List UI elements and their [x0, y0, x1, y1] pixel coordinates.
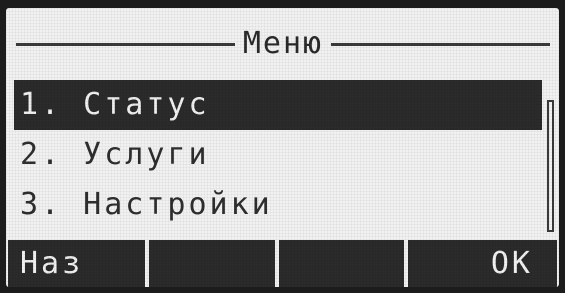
menu-list: 1. Статус 2. Услуги 3. Настройки: [14, 80, 542, 230]
menu-item-status[interactable]: 1. Статус: [14, 80, 542, 130]
softkey-3[interactable]: [278, 240, 404, 287]
menu-item-services[interactable]: 2. Услуги: [14, 130, 542, 180]
menu-item-settings[interactable]: 3. Настройки: [14, 180, 542, 230]
softkey-2[interactable]: [149, 240, 275, 287]
softkey-ok[interactable]: OK: [407, 240, 557, 287]
screen-title: Меню: [242, 26, 324, 61]
scrollbar[interactable]: [547, 100, 554, 232]
phone-bezel: Меню 1. Статус 2. Услуги 3. Настройки На…: [0, 0, 565, 293]
softkey-bar: Наз OK: [6, 240, 559, 287]
scrollbar-thumb[interactable]: [550, 103, 551, 145]
title-divider-left: [16, 42, 235, 46]
title-bar: Меню: [16, 24, 550, 64]
title-divider-right: [331, 42, 550, 46]
softkey-back[interactable]: Наз: [8, 240, 146, 287]
lcd-screen: Меню 1. Статус 2. Услуги 3. Настройки На…: [6, 8, 559, 287]
